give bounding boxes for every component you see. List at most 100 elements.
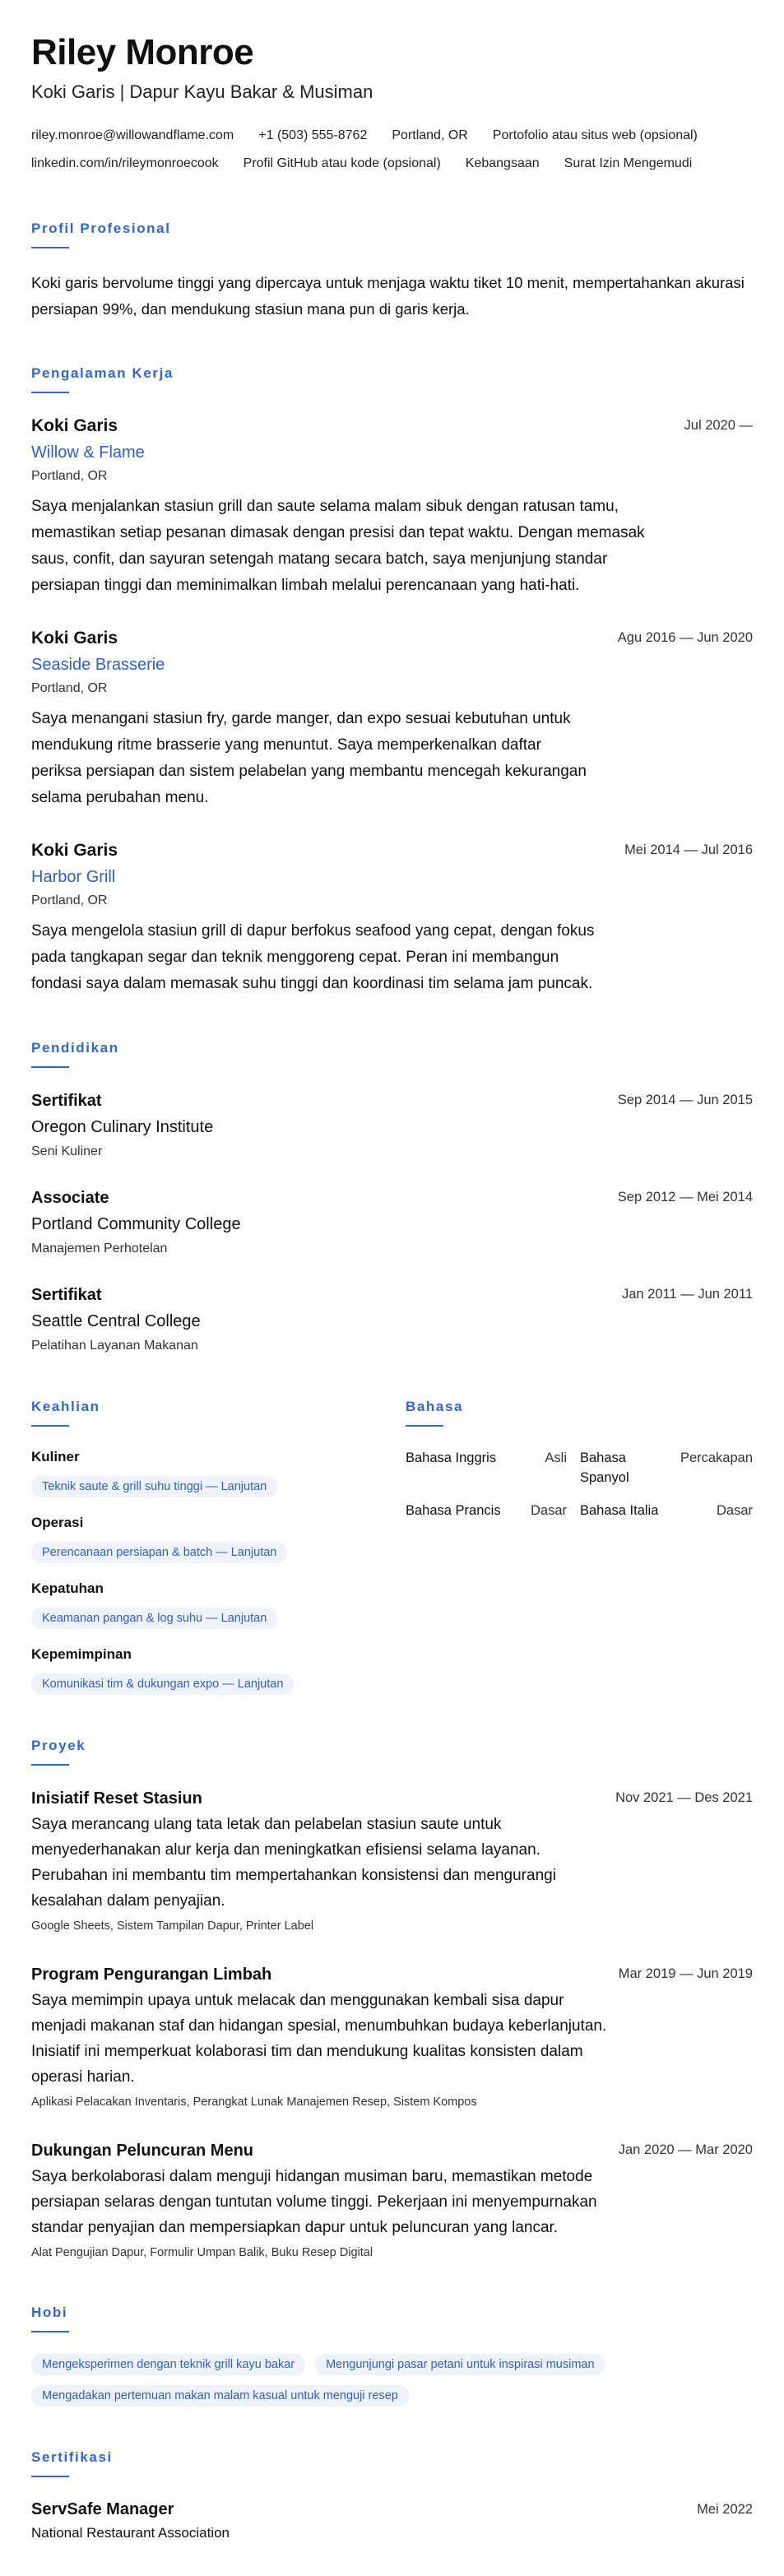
section-title: Pendidikan — [31, 1040, 119, 1056]
skill-group: Kuliner Teknik saute & grill suhu tinggi… — [31, 1448, 406, 1497]
company-name: Harbor Grill — [31, 868, 116, 886]
contact-github[interactable]: Profil GitHub atau kode (opsional) — [244, 150, 441, 178]
project-name: Inisiatif Reset Stasiun — [31, 1789, 202, 1808]
skill-tag: Perencanaan persiapan & batch — Lanjutan — [31, 1542, 288, 1563]
hobby-tag: Mengadakan pertemuan makan malam kasual … — [31, 2385, 409, 2407]
experience-section: Pengalaman Kerja Koki Garis Jul 2020 — W… — [31, 365, 753, 997]
section-divider — [31, 1425, 69, 1427]
language-level: Dasar — [530, 1503, 567, 1518]
section-title: Hobi — [31, 2304, 68, 2320]
certification-name: ServSafe Manager — [31, 2500, 174, 2518]
certification-date: Mei 2022 — [697, 2502, 753, 2517]
job-dates: Jul 2020 — — [684, 418, 753, 433]
school-name: Seattle Central College — [31, 1312, 201, 1330]
section-title: Profil Profesional — [31, 220, 171, 236]
section-divider — [31, 392, 69, 393]
school-name: Portland Community College — [31, 1215, 241, 1233]
job-title: Koki Garis — [31, 841, 118, 860]
candidate-headline: Koki Garis | Dapur Kayu Bakar & Musiman — [31, 81, 373, 102]
section-divider — [31, 2331, 69, 2332]
hobby-tag: Mengeksperimen dengan teknik grill kayu … — [31, 2354, 306, 2375]
project-item: Program Pengurangan Limbah Mar 2019 — Ju… — [31, 1963, 753, 2111]
project-dates: Mar 2019 — Jun 2019 — [618, 1966, 753, 1981]
project-dates: Nov 2021 — Des 2021 — [615, 1790, 753, 1805]
section-divider — [406, 1425, 443, 1427]
languages-section: Bahasa Bahasa Inggris Asli Bahasa Spanyo… — [406, 1399, 753, 1695]
skill-tag: Keamanan pangan & log suhu — Lanjutan — [31, 1608, 278, 1629]
skills-languages-row: Keahlian Kuliner Teknik saute & grill su… — [31, 1399, 753, 1695]
language-name: Bahasa Italia — [580, 1503, 659, 1518]
summary-section: Profil Profesional Koki garis bervolume … — [31, 220, 753, 323]
job-location: Portland, OR — [31, 893, 108, 907]
candidate-name: Riley Monroe — [31, 32, 254, 72]
education-dates: Sep 2014 — Jun 2015 — [617, 1093, 753, 1107]
resume-header: Riley Monroe Koki Garis | Dapur Kayu Bak… — [31, 31, 753, 178]
section-title: Pengalaman Kerja — [31, 365, 174, 381]
skill-tag: Teknik saute & grill suhu tinggi — Lanju… — [31, 1476, 278, 1497]
job-location: Portland, OR — [31, 469, 108, 483]
degree: Associate — [31, 1189, 109, 1207]
contact-list: riley.monroe@willowandflame.com +1 (503)… — [31, 122, 753, 178]
project-description: Saya berkolaborasi dalam menguji hidanga… — [31, 2168, 597, 2236]
language-item: Bahasa Inggris Asli — [406, 1448, 580, 1488]
language-name: Bahasa Spanyol — [580, 1450, 629, 1485]
experience-item: Koki Garis Agu 2016 — Jun 2020 Seaside B… — [31, 627, 753, 811]
skill-category: Kepatuhan — [31, 1580, 104, 1596]
job-title: Koki Garis — [31, 629, 118, 647]
section-divider — [31, 1066, 69, 1068]
field-of-study: Pelatihan Layanan Makanan — [31, 1339, 198, 1353]
skill-group: Kepemimpinan Komunikasi tim & dukungan e… — [31, 1645, 406, 1695]
language-name: Bahasa Inggris — [406, 1450, 497, 1465]
contact-email[interactable]: riley.monroe@willowandflame.com — [31, 122, 234, 150]
language-item: Bahasa Spanyol Percakapan — [580, 1448, 753, 1488]
hobby-tag: Mengunjungi pasar petani untuk inspirasi… — [315, 2354, 605, 2375]
language-item: Bahasa Prancis Dasar — [406, 1501, 580, 1520]
summary-text: Koki garis bervolume tinggi yang diperca… — [31, 274, 745, 318]
language-level: Percakapan — [680, 1450, 753, 1465]
language-item: Bahasa Italia Dasar — [580, 1501, 753, 1520]
skill-group: Kepatuhan Keamanan pangan & log suhu — L… — [31, 1580, 406, 1629]
field-of-study: Seni Kuliner — [31, 1144, 103, 1158]
contact-linkedin[interactable]: linkedin.com/in/rileymonroecook — [31, 150, 219, 178]
skill-category: Operasi — [31, 1515, 84, 1530]
certification-item: ServSafe Manager Mei 2022 National Resta… — [31, 2499, 753, 2543]
education-item: Associate Sep 2012 — Mei 2014 Portland C… — [31, 1186, 753, 1259]
projects-section: Proyek Inisiatif Reset Stasiun Nov 2021 … — [31, 1738, 753, 2262]
project-item: Inisiatif Reset Stasiun Nov 2021 — Des 2… — [31, 1787, 753, 1935]
hobbies-section: Hobi Mengeksperimen dengan teknik grill … — [31, 2304, 753, 2416]
education-item: Sertifikat Jan 2011 — Jun 2011 Seattle C… — [31, 1283, 753, 1356]
hobby-list: Mengeksperimen dengan teknik grill kayu … — [31, 2354, 753, 2416]
project-dates: Jan 2020 — Mar 2020 — [618, 2142, 753, 2157]
contact-portfolio[interactable]: Portofolio atau situs web (opsional) — [493, 122, 698, 150]
job-dates: Mei 2014 — Jul 2016 — [624, 842, 753, 857]
section-title: Proyek — [31, 1738, 86, 1753]
degree: Sertifikat — [31, 1286, 102, 1304]
skills-section: Keahlian Kuliner Teknik saute & grill su… — [31, 1399, 406, 1695]
company-name: Willow & Flame — [31, 443, 145, 462]
language-level: Asli — [545, 1450, 567, 1465]
skill-category: Kepemimpinan — [31, 1646, 132, 1662]
certification-issuer: National Restaurant Association — [31, 2525, 230, 2541]
experience-item: Koki Garis Mei 2014 — Jul 2016 Harbor Gr… — [31, 839, 753, 997]
project-description: Saya merancang ulang tata letak dan pela… — [31, 1816, 556, 1910]
project-name: Dukungan Peluncuran Menu — [31, 2142, 254, 2160]
skill-category: Kuliner — [31, 1449, 80, 1464]
experience-item: Koki Garis Jul 2020 — Willow & Flame Por… — [31, 415, 753, 599]
project-tools: Aplikasi Pelacakan Inventaris, Perangkat… — [31, 2096, 477, 2109]
language-name: Bahasa Prancis — [406, 1503, 501, 1518]
education-item: Sertifikat Sep 2014 — Jun 2015 Oregon Cu… — [31, 1089, 753, 1162]
certifications-section: Sertifikasi ServSafe Manager Mei 2022 Na… — [31, 2449, 753, 2543]
project-item: Dukungan Peluncuran Menu Jan 2020 — Mar … — [31, 2139, 753, 2262]
job-location: Portland, OR — [31, 681, 108, 695]
contact-location: Portland, OR — [392, 128, 468, 142]
section-title: Bahasa — [406, 1399, 464, 1414]
contact-phone[interactable]: +1 (503) 555-8762 — [258, 122, 367, 150]
section-title: Sertifikasi — [31, 2449, 113, 2465]
resume-page: Riley Monroe Koki Garis | Dapur Kayu Bak… — [0, 0, 784, 2576]
skill-tag: Komunikasi tim & dukungan expo — Lanjuta… — [31, 1673, 295, 1695]
project-tools: Google Sheets, Sistem Tampilan Dapur, Pr… — [31, 1919, 314, 1933]
job-description: Saya menjalankan stasiun grill dan saute… — [31, 498, 645, 594]
section-divider — [31, 2476, 69, 2477]
school-name: Oregon Culinary Institute — [31, 1118, 214, 1136]
contact-nationality: Kebangsaan — [465, 156, 540, 170]
